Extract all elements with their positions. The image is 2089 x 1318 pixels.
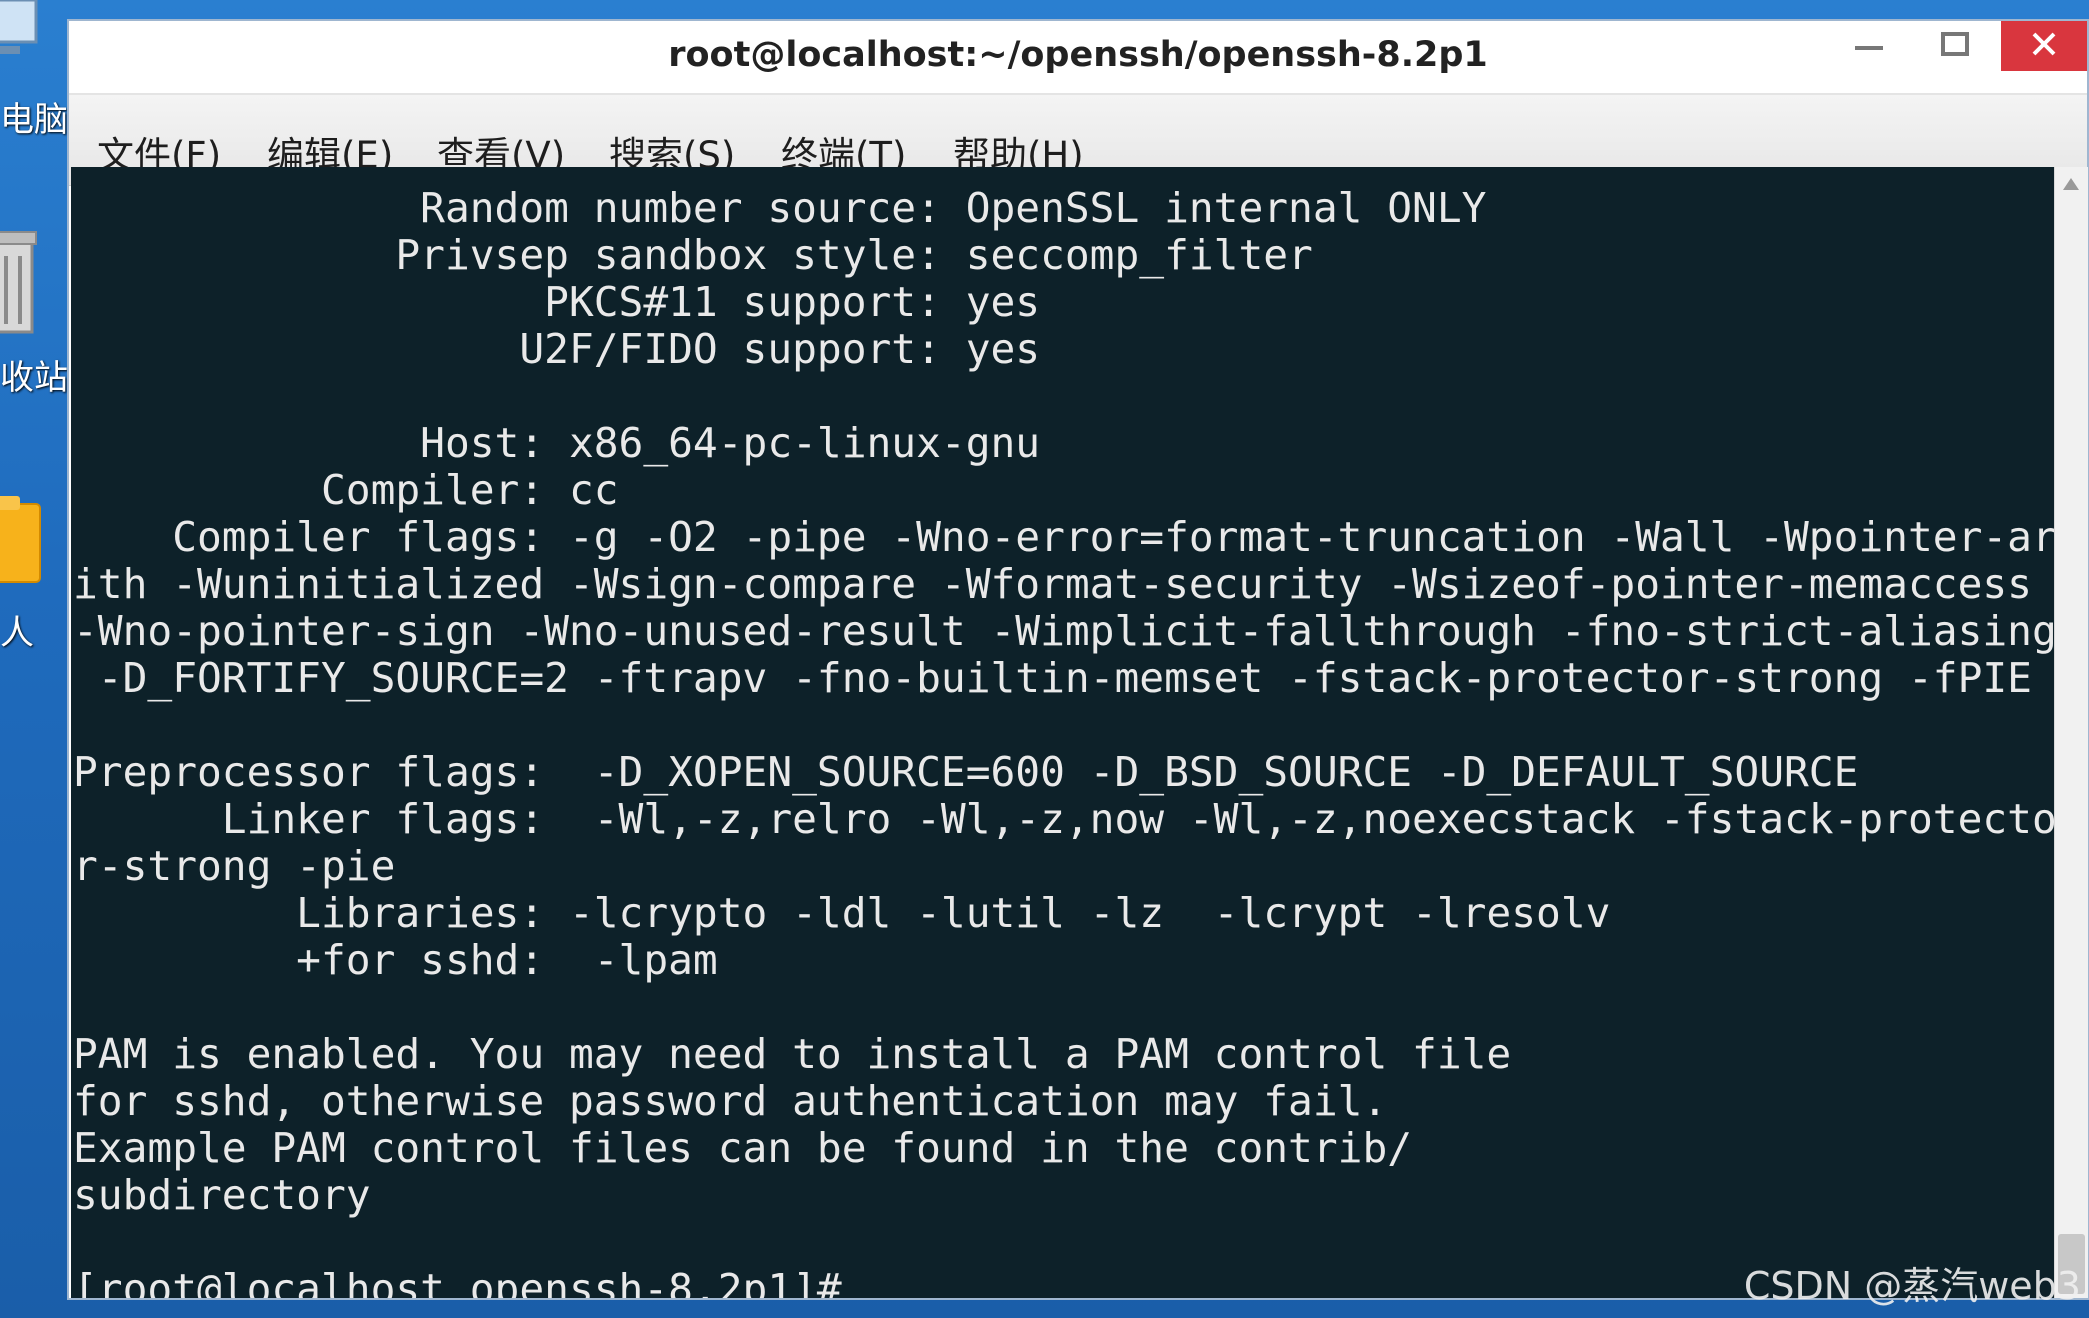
close-button[interactable] [2001, 21, 2087, 71]
scroll-up-icon[interactable] [2063, 175, 2079, 194]
minimize-icon [1855, 37, 1883, 56]
window-title: root@localhost:~/openssh/openssh-8.2p1 [668, 35, 1488, 75]
folder-icon[interactable] [0, 496, 44, 590]
computer-icon-label: 电脑 [0, 100, 68, 140]
maximize-button[interactable] [1913, 21, 1997, 71]
folder-icon-label: 人 [0, 613, 34, 653]
minimize-button[interactable] [1827, 21, 1911, 71]
terminal-text: Random number source: OpenSSL internal O… [73, 184, 2054, 1299]
title-bar[interactable]: root@localhost:~/openssh/openssh-8.2p1 [69, 21, 2087, 95]
computer-icon[interactable] [0, 0, 40, 66]
terminal-output[interactable]: Random number source: OpenSSL internal O… [71, 167, 2054, 1298]
terminal-scrollbar[interactable] [2054, 167, 2088, 1298]
watermark: CSDN @蒸汽web3 [1743, 1264, 2081, 1308]
close-icon [2031, 31, 2057, 61]
terminal-window: root@localhost:~/openssh/openssh-8.2p1 文… [67, 19, 2089, 1300]
recycle-bin-icon[interactable] [0, 228, 40, 340]
maximize-icon [1941, 32, 1969, 60]
recycle-bin-icon-label: 收站 [0, 358, 68, 398]
